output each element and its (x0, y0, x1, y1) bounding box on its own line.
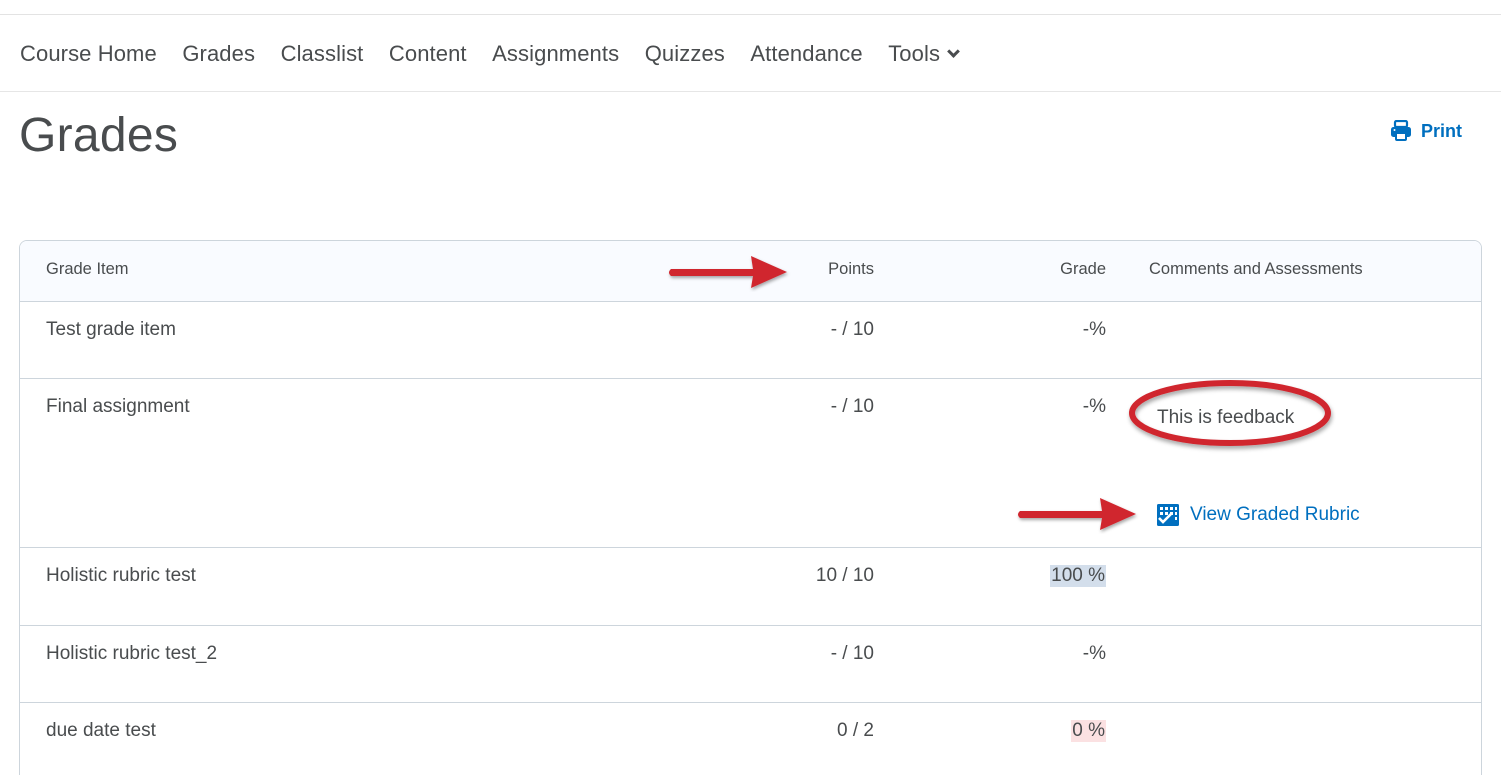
nav-label: Quizzes (644, 40, 725, 66)
grade-item-name: Holistic rubric test (46, 565, 196, 586)
points-value: 10 / 10 (815, 565, 874, 586)
table-header-row: Grade Item Points Grade Comments and Ass… (20, 241, 1481, 301)
header-grade: Grade (1060, 260, 1106, 278)
nav-label: Grades (182, 40, 256, 66)
page-title: Grades (19, 109, 179, 162)
table-row: Final assignment - / 10 -% This is feedb… (20, 378, 1481, 547)
points-value: - / 10 (830, 396, 874, 417)
grade-item-name: Holistic rubric test_2 (46, 643, 218, 664)
grade-item-name: Final assignment (46, 396, 190, 417)
feedback-comment: This is feedback (1157, 407, 1295, 428)
nav-attendance[interactable]: Attendance (750, 41, 862, 67)
grade-value: -% (1082, 319, 1106, 340)
rubric-icon (1157, 504, 1179, 526)
table-row: Holistic rubric test 10 / 10 100 % (20, 547, 1481, 625)
table-row: Holistic rubric test_2 - / 10 -% (20, 625, 1481, 702)
nav-label: Attendance (750, 40, 863, 66)
nav-assignments[interactable]: Assignments (492, 41, 619, 67)
print-label: Print (1421, 120, 1463, 141)
nav-classlist[interactable]: Classlist (281, 41, 364, 67)
points-value: 0 / 2 (837, 720, 874, 741)
nav-tools-dropdown[interactable]: Tools (888, 40, 960, 67)
printer-icon (1391, 120, 1411, 141)
nav-grades[interactable]: Grades (182, 41, 255, 67)
nav-label: Classlist (280, 40, 364, 66)
top-strip (0, 0, 1501, 15)
points-value: - / 10 (830, 319, 874, 340)
table-row: Test grade item - / 10 -% (20, 301, 1481, 378)
header-points: Points (828, 260, 874, 278)
grade-value: -% (1082, 643, 1106, 664)
course-navbar: Course Home Grades Classlist Content Ass… (0, 16, 1501, 92)
points-value: - / 10 (830, 643, 874, 664)
rubric-link-label: View Graded Rubric (1190, 504, 1360, 525)
grade-value: -% (1082, 396, 1106, 417)
grades-table: Grade Item Points Grade Comments and Ass… (19, 240, 1482, 775)
grade-value: 0 % (1071, 720, 1106, 742)
nav-label: Course Home (20, 40, 157, 66)
chevron-down-icon (947, 44, 960, 58)
grade-item-name: Test grade item (46, 319, 176, 340)
nav-quizzes[interactable]: Quizzes (645, 41, 725, 67)
header-comments: Comments and Assessments (1149, 260, 1363, 278)
nav-label: Assignments (492, 40, 620, 66)
table-row: due date test 0 / 2 0 % (20, 702, 1481, 775)
nav-label: Content (388, 40, 467, 66)
nav-label: Tools (888, 40, 941, 66)
nav-content[interactable]: Content (389, 41, 467, 67)
nav-course-home[interactable]: Course Home (20, 41, 157, 67)
grade-value: 100 % (1050, 565, 1106, 587)
print-button[interactable]: Print (1390, 120, 1462, 142)
header-grade-item: Grade Item (46, 260, 129, 278)
view-graded-rubric-link[interactable]: View Graded Rubric (1156, 503, 1360, 527)
grade-item-name: due date test (46, 720, 156, 741)
